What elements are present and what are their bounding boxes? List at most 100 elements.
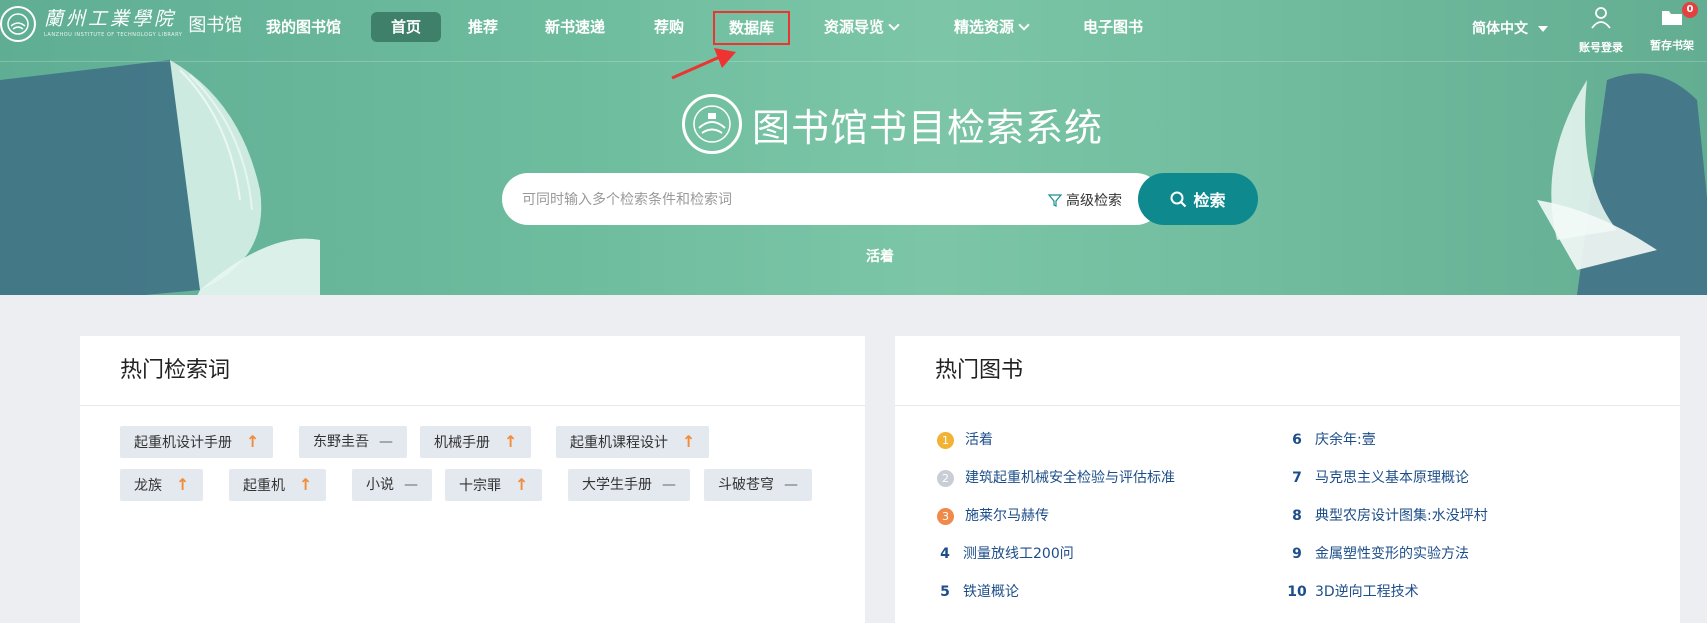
book-item[interactable]: 7 马克思主义基本原理概论 <box>1287 466 1469 490</box>
logo-school-name: 蘭州工業學院 <box>44 8 177 30</box>
chevron-down-icon <box>888 19 900 31</box>
book-item[interactable]: 3 施莱尔马赫传 <box>935 504 1049 528</box>
book-illustration-right <box>1537 73 1707 295</box>
red-arrow-annotation <box>671 48 736 80</box>
nav-new-books[interactable]: 新书速递 <box>533 12 617 42</box>
hot-books-title: 热门图书 <box>895 336 1680 406</box>
search-input[interactable] <box>522 173 1022 225</box>
nav-ebooks[interactable]: 电子图书 <box>1071 12 1155 42</box>
hero-banner: 蘭州工業學院 LANZHOU INSTITUTE OF TECHNOLOGY L… <box>0 0 1707 295</box>
book-item[interactable]: 10 3D逆向工程技术 <box>1287 580 1418 604</box>
hot-books-card: 热门图书 1 活着 2 建筑起重机械安全检验与评估标准 3 施莱尔马赫传 4 测量放线工… <box>895 336 1680 623</box>
book-title: 铁道概论 <box>963 584 1019 600</box>
book-item[interactable]: 5 铁道概论 <box>935 580 1019 604</box>
hot-term-tag[interactable]: 起重机课程设计 ↑ <box>556 426 710 458</box>
nav-featured-resources-label: 精选资源 <box>954 18 1015 36</box>
trend-up-icon: ↑ <box>246 432 260 451</box>
search-button[interactable]: 检索 <box>1138 173 1258 225</box>
book-title: 典型农房设计图集:水没坪村 <box>1315 508 1488 524</box>
bronze-medal-icon: 3 <box>937 507 954 525</box>
trend-up-icon: ↑ <box>682 432 696 451</box>
search-button-label: 检索 <box>1193 191 1226 210</box>
shelf-count-badge: 0 <box>1682 2 1698 18</box>
hot-terms-card: 热门检索词 起重机设计手册 ↑ 东野圭吾 — 机械手册 ↑ 起重机课程设计 ↑ 龙族 ↑ … <box>80 336 865 623</box>
book-title: 马克思主义基本原理概论 <box>1315 470 1469 486</box>
nav-resource-guide-label: 资源导览 <box>824 18 885 36</box>
hot-term-tag[interactable]: 起重机设计手册 ↑ <box>120 426 274 458</box>
nav-featured-resources[interactable]: 精选资源 <box>942 12 1040 42</box>
hot-term-tag[interactable]: 东野圭吾 — <box>299 426 407 458</box>
book-shelf-button[interactable]: 0 暂存书架 <box>1644 2 1700 53</box>
book-rank: 10 <box>1287 584 1307 600</box>
school-seal-icon <box>682 94 742 154</box>
hot-term-tag[interactable]: 小说 — <box>352 469 432 501</box>
language-label: 简体中文 <box>1472 21 1528 37</box>
hero-title-group: 图书馆书目检索系统 <box>682 94 1103 154</box>
user-icon <box>1591 7 1611 29</box>
top-header: 蘭州工業學院 LANZHOU INSTITUTE OF TECHNOLOGY L… <box>0 0 1707 62</box>
trend-flat-icon: — <box>379 434 393 450</box>
hot-term-tag[interactable]: 斗破苍穹 — <box>704 469 812 501</box>
hot-term-tag[interactable]: 机械手册 ↑ <box>420 426 532 458</box>
filter-icon <box>1048 194 1062 207</box>
tag-label: 起重机 <box>243 478 285 494</box>
hot-term-tag[interactable]: 起重机 ↑ <box>229 469 327 501</box>
login-label: 账号登录 <box>1579 41 1623 54</box>
shelf-label: 暂存书架 <box>1650 39 1694 52</box>
hero-title: 图书馆书目检索系统 <box>752 105 1104 150</box>
book-item[interactable]: 9 金属塑性变形的实验方法 <box>1287 542 1469 566</box>
hot-terms-title: 热门检索词 <box>80 336 865 406</box>
book-item[interactable]: 8 典型农房设计图集:水没坪村 <box>1287 504 1488 528</box>
caret-down-icon <box>1538 26 1548 32</box>
library-logo[interactable]: 蘭州工業學院 LANZHOU INSTITUTE OF TECHNOLOGY L… <box>0 6 242 42</box>
book-rank: 8 <box>1292 508 1302 524</box>
book-rank: 9 <box>1292 546 1302 562</box>
trend-flat-icon: — <box>404 477 418 493</box>
book-title: 施莱尔马赫传 <box>965 508 1049 524</box>
tag-label: 大学生手册 <box>582 477 652 493</box>
login-button[interactable]: 账号登录 <box>1576 6 1626 55</box>
advanced-search-label: 高级检索 <box>1066 193 1122 209</box>
hot-term-tag[interactable]: 十宗罪 ↑ <box>445 469 543 501</box>
book-title: 活着 <box>965 432 993 448</box>
nav-resource-guide[interactable]: 资源导览 <box>812 12 910 42</box>
logo-library-label: 图书馆 <box>188 15 243 36</box>
hot-term-tag[interactable]: 大学生手册 — <box>568 469 690 501</box>
language-select[interactable]: 简体中文 <box>1472 18 1548 38</box>
trend-up-icon: ↑ <box>504 432 518 451</box>
advanced-search-link[interactable]: 高级检索 <box>1048 190 1122 210</box>
silver-medal-icon: 2 <box>937 469 954 487</box>
search-box: 高级检索 <box>502 173 1162 225</box>
school-emblem-icon <box>0 6 36 42</box>
book-rank: 6 <box>1292 432 1302 448</box>
nav-my-library[interactable]: 我的图书馆 <box>254 12 353 42</box>
book-item[interactable]: 4 测量放线工200问 <box>935 542 1074 566</box>
hot-term-tag[interactable]: 龙族 ↑ <box>120 469 204 501</box>
book-rank: 7 <box>1292 470 1302 486</box>
book-title: 庆余年:壹 <box>1315 432 1376 448</box>
book-item[interactable]: 6 庆余年:壹 <box>1287 428 1376 452</box>
tag-label: 机械手册 <box>434 435 490 451</box>
book-title: 建筑起重机械安全检验与评估标准 <box>965 470 1175 486</box>
chevron-down-icon <box>1018 19 1030 31</box>
tag-label: 斗破苍穹 <box>718 477 774 493</box>
hot-search-suggestion[interactable]: 活着 <box>866 246 894 266</box>
trend-up-icon: ↑ <box>299 475 313 494</box>
trend-up-icon: ↑ <box>515 475 529 494</box>
nav-recommend[interactable]: 推荐 <box>456 12 510 42</box>
book-title: 金属塑性变形的实验方法 <box>1315 546 1469 562</box>
trend-flat-icon: — <box>662 477 676 493</box>
book-item[interactable]: 2 建筑起重机械安全检验与评估标准 <box>935 466 1175 490</box>
book-title: 测量放线工200问 <box>963 546 1074 562</box>
tag-label: 龙族 <box>134 478 162 494</box>
nav-home[interactable]: 首页 <box>371 12 442 42</box>
nav-database[interactable]: 数据库 <box>713 11 791 45</box>
folder-icon <box>1662 11 1682 25</box>
gold-medal-icon: 1 <box>937 431 954 449</box>
book-illustration-left <box>0 60 320 295</box>
tag-label: 起重机设计手册 <box>134 435 232 451</box>
logo-english-name: LANZHOU INSTITUTE OF TECHNOLOGY LIBRARY <box>44 32 183 38</box>
book-item[interactable]: 1 活着 <box>935 428 993 452</box>
book-rank: 4 <box>940 546 950 562</box>
nav-purchase-request[interactable]: 荐购 <box>642 12 696 42</box>
